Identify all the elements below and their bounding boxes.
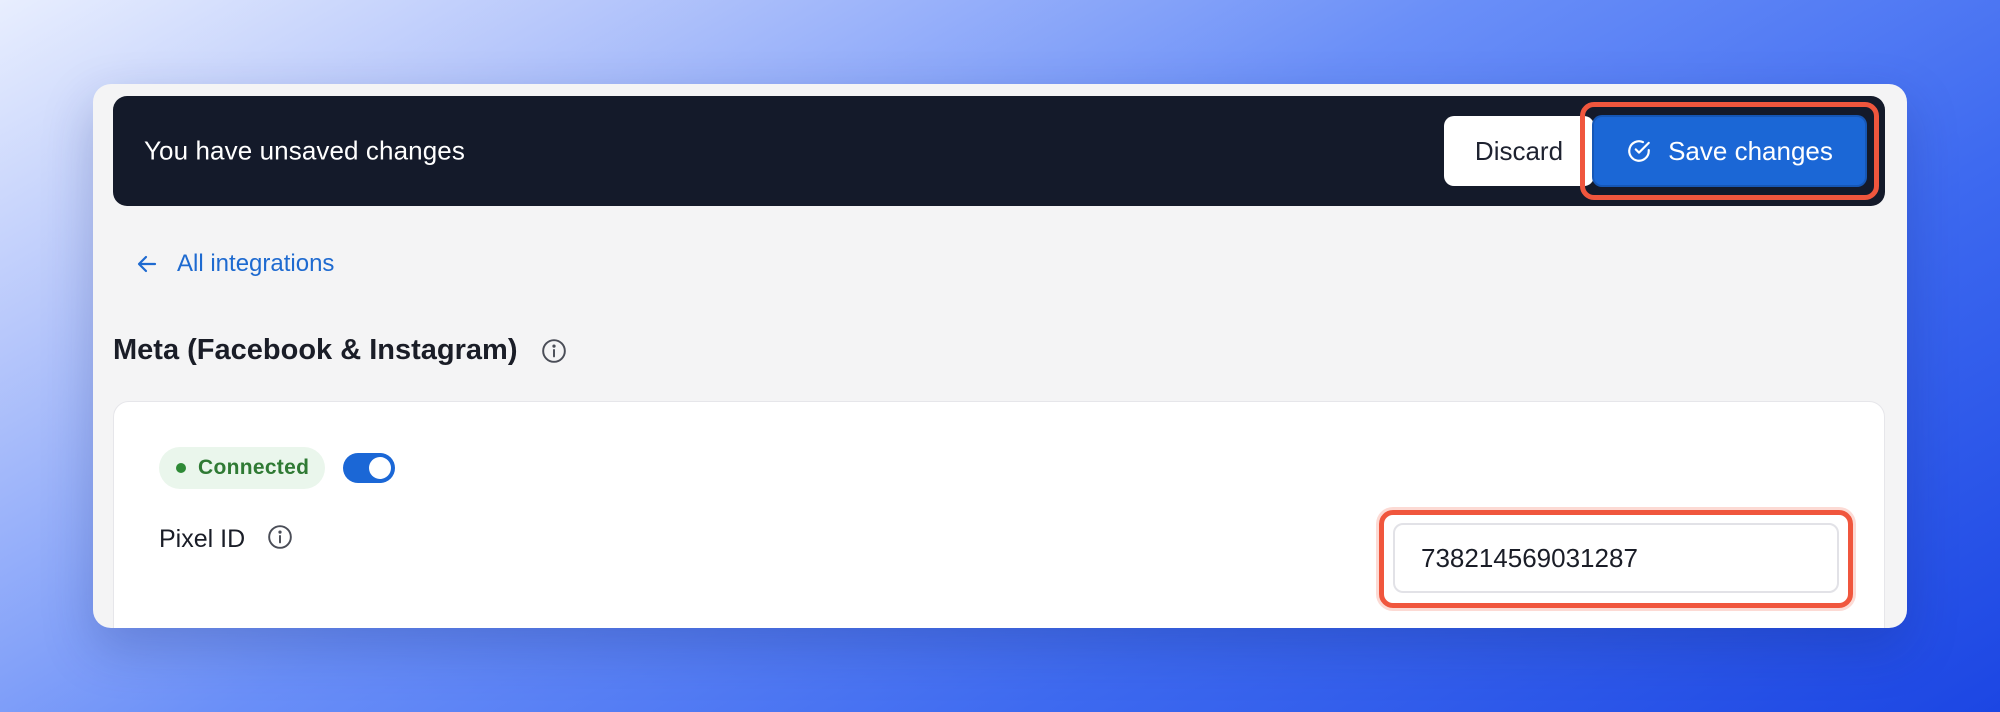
status-dot-icon — [176, 463, 186, 473]
discard-button[interactable]: Discard — [1444, 116, 1594, 186]
pixel-id-label: Pixel ID — [159, 525, 246, 553]
integration-settings-card: Connected Pixel ID — [113, 401, 1885, 628]
info-icon[interactable] — [541, 338, 567, 364]
status-label: Connected — [198, 456, 310, 479]
arrow-left-icon — [135, 252, 159, 276]
check-circle-icon — [1626, 138, 1652, 164]
back-to-integrations-link[interactable]: All integrations — [135, 244, 334, 284]
pixel-id-info-icon[interactable] — [267, 524, 293, 555]
toggle-knob — [369, 457, 392, 479]
page-header: Meta (Facebook & Instagram) — [113, 334, 567, 367]
integration-enabled-toggle[interactable] — [343, 453, 396, 483]
unsaved-changes-bar: You have unsaved changes Discard Save ch… — [113, 96, 1885, 206]
pixel-id-label-row: Pixel ID — [159, 524, 293, 555]
save-changes-button[interactable]: Save changes — [1592, 115, 1867, 187]
unsaved-changes-message: You have unsaved changes — [144, 135, 465, 166]
page-title: Meta (Facebook & Instagram) — [113, 334, 518, 366]
connected-status-badge: Connected — [159, 447, 326, 489]
app-window: You have unsaved changes Discard Save ch… — [93, 84, 1907, 628]
status-row: Connected — [159, 447, 396, 489]
pixel-id-input[interactable] — [1393, 523, 1839, 593]
save-changes-label: Save changes — [1668, 135, 1833, 166]
back-link-label: All integrations — [177, 250, 335, 277]
